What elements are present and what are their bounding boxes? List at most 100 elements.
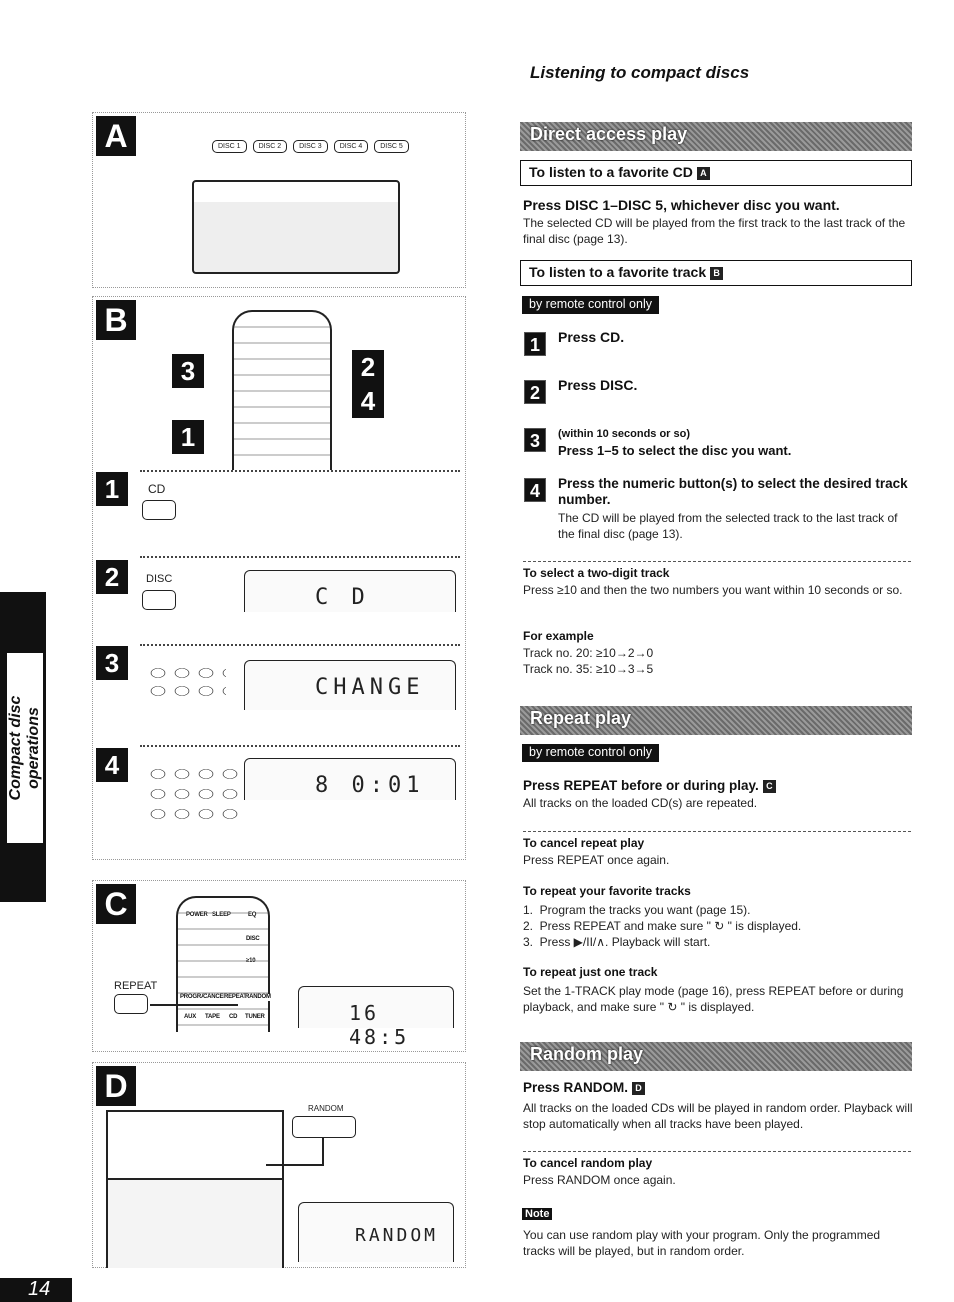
display-random: RANDOM — [298, 1202, 454, 1262]
subheading-box: To listen to a favorite track B — [520, 260, 912, 286]
cd-label: CD — [148, 482, 166, 496]
display-step4: 8 0:01 — [244, 758, 456, 800]
tip-body: Press RANDOM once again. — [523, 1173, 676, 1187]
remote-illustration — [232, 310, 332, 470]
section-band-random: Random play — [520, 1042, 912, 1071]
remote-label-repeat: REPEAT — [224, 994, 247, 1001]
tip-heading: For example — [523, 629, 594, 643]
remote-label-random: RANDOM — [245, 994, 271, 1001]
connector-line — [150, 1004, 238, 1006]
remote-label-sleep: SLEEP — [212, 912, 231, 919]
step-heading: Press the numeric button(s) to select th… — [558, 476, 908, 507]
step-badge: 3 — [524, 428, 546, 452]
random-label: RANDOM — [308, 1104, 344, 1113]
stereo-unit-illustration — [192, 180, 400, 274]
instruction-heading-text: Press RANDOM. — [523, 1080, 629, 1095]
figure-ref: C — [762, 779, 776, 793]
tip-body: Set the 1-TRACK play mode (page 16), pre… — [523, 984, 904, 1014]
step-badge: 3 — [172, 354, 204, 388]
step-badge: 2 — [96, 560, 128, 594]
step-badge: 2 — [524, 380, 546, 404]
disc-label: DISC — [146, 573, 173, 585]
step-note: (within 10 seconds or so) — [558, 428, 691, 440]
panel-badge: D — [96, 1066, 136, 1106]
display-step2: C D — [244, 570, 456, 612]
remote-label-aux: AUX — [184, 1014, 197, 1021]
divider — [140, 745, 460, 747]
repeat-button-illustration — [114, 994, 148, 1014]
number-pad-illustration — [146, 764, 242, 824]
disc-button: DISC 3 — [293, 140, 328, 153]
step-body: The CD will be played from the selected … — [558, 511, 898, 541]
remote-label-cd: CD — [229, 1014, 238, 1021]
cd-button-illustration — [142, 500, 176, 520]
tip-body: Press ≥10 and then the two numbers you w… — [523, 583, 903, 597]
step-heading: Press CD. — [558, 329, 625, 345]
figure-ref: A — [696, 166, 710, 180]
panel-badge: C — [96, 884, 136, 924]
example-line: Track no. 20: ≥10→2→0 — [523, 646, 654, 660]
remote-label-power: POWER — [186, 912, 208, 919]
tip-heading: To select a two-digit track — [523, 566, 670, 580]
divider — [140, 470, 460, 472]
disc-button: DISC 4 — [333, 140, 369, 153]
display-repeat: 16 48:5 — [298, 986, 454, 1049]
random-button-illustration — [292, 1116, 356, 1138]
step-badge: 1 — [172, 420, 204, 454]
remote-label-eq: EQ — [248, 912, 257, 919]
sidebar-label: Compact disc operations — [7, 653, 43, 843]
disc-button-illustration — [142, 590, 176, 610]
connector-line — [266, 1138, 324, 1166]
step-badge: 3 — [96, 646, 128, 680]
note-body: You can use random play with your progra… — [523, 1228, 881, 1258]
tip-heading: To cancel repeat play — [523, 836, 645, 850]
remote-only-tag: by remote control only — [522, 296, 659, 314]
remote-illustration: POWER SLEEP EQ DISC ≥10 PROGRAM CANCEL R… — [176, 896, 271, 1032]
instruction-heading: Press DISC 1–DISC 5, whichever disc you … — [523, 197, 840, 213]
tip-heading: To repeat just one track — [523, 965, 658, 979]
tip-heading: To cancel random play — [523, 1156, 653, 1170]
list-item: 1. Program the tracks you want (page 15)… — [523, 903, 751, 917]
figure-ref: B — [710, 266, 724, 280]
disc-button: DISC 2 — [252, 140, 288, 153]
divider — [140, 556, 460, 558]
instruction-heading: Press REPEAT before or during play. C — [523, 778, 776, 793]
divider — [523, 831, 911, 832]
note-badge: Note — [522, 1208, 553, 1220]
remote-label-disc: DISC — [246, 936, 260, 943]
page-title: Listening to compact discs — [530, 63, 750, 82]
instruction-heading: Press RANDOM. D — [523, 1080, 646, 1095]
display-step3: CHANGE — [244, 660, 456, 710]
divider — [523, 561, 911, 562]
step-badge: 1 — [524, 332, 546, 356]
repeat-label: REPEAT — [114, 980, 158, 992]
figure-ref: D — [632, 1081, 646, 1095]
step-badge: 4 — [352, 384, 384, 418]
subheading-text: To listen to a favorite CD — [529, 164, 693, 180]
disc-buttons: DISC 1 DISC 2 DISC 3 DISC 4 DISC 5 — [212, 140, 409, 153]
list-item: 2. Press REPEAT and make sure " ↻ " is d… — [523, 919, 802, 933]
step-heading: Press DISC. — [558, 377, 638, 393]
disc-button: DISC 5 — [374, 140, 409, 153]
tip-body: Press REPEAT once again. — [523, 853, 670, 867]
instruction-body: All tracks on the loaded CDs will be pla… — [523, 1101, 913, 1131]
instruction-body: The selected CD will be played from the … — [523, 216, 906, 246]
subheading-text: To listen to a favorite track — [529, 264, 707, 280]
remote-label-tape: TAPE — [205, 1014, 220, 1021]
panel-badge: B — [96, 300, 136, 340]
section-band-repeat: Repeat play — [520, 706, 912, 735]
number-buttons-illustration — [146, 664, 226, 698]
instruction-body: All tracks on the loaded CD(s) are repea… — [523, 796, 758, 810]
step-badge: 4 — [96, 748, 128, 782]
remote-label-tuner: TUNER — [245, 1014, 265, 1021]
divider — [523, 1151, 911, 1152]
subheading-box: To listen to a favorite CD A — [520, 160, 912, 186]
step-heading: Press 1–5 to select the disc you want. — [558, 443, 792, 458]
page-number: 14 — [0, 1278, 72, 1302]
remote-only-tag: by remote control only — [522, 744, 659, 762]
divider — [140, 644, 460, 646]
stereo-unit-illustration — [106, 1110, 284, 1268]
remote-label-ten-plus: ≥10 — [246, 958, 256, 965]
list-item: 3. Press ▶/II/∧. Playback will start. — [523, 935, 711, 949]
disc-button: DISC 1 — [212, 140, 247, 153]
